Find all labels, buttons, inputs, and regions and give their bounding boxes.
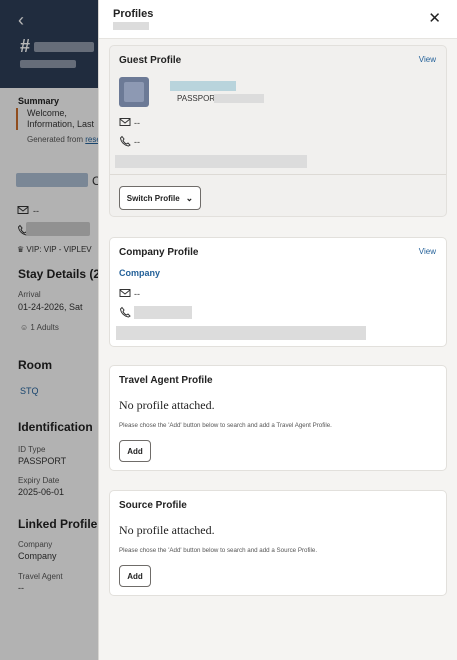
email-icon <box>119 118 131 126</box>
company-profile-title: Company Profile <box>119 247 199 258</box>
company-profile-card: Company Profile View Company -- <box>109 237 447 347</box>
guest-profile-card: Guest Profile View PASSPORT -- -- Switch… <box>109 45 447 217</box>
add-label: Add <box>127 446 143 456</box>
travel-agent-profile-card: Travel Agent Profile No profile attached… <box>109 365 447 471</box>
no-profile-message: No profile attached. <box>119 523 215 537</box>
redacted-address <box>115 155 307 168</box>
travel-agent-profile-title: Travel Agent Profile <box>119 375 213 386</box>
redacted-guest-name <box>170 81 236 91</box>
source-profile-title: Source Profile <box>119 500 187 511</box>
guest-view-link[interactable]: View <box>419 55 436 64</box>
background-page: ‹ # Summary Welcome, Information, Last G… <box>0 0 98 660</box>
modal-overlay[interactable] <box>0 0 98 660</box>
add-source-button[interactable]: Add <box>119 565 151 587</box>
drawer-header: Profiles ✕ <box>99 0 457 39</box>
chevron-down-icon: ⌄ <box>185 192 194 203</box>
guest-profile-title: Guest Profile <box>119 55 182 66</box>
company-name[interactable]: Company <box>119 268 160 278</box>
guest-email: -- <box>134 118 140 128</box>
drawer-title: Profiles <box>113 8 154 20</box>
no-profile-message: No profile attached. <box>119 398 215 412</box>
email-icon <box>119 289 131 297</box>
source-profile-card: Source Profile No profile attached. Plea… <box>109 490 447 596</box>
phone-icon <box>119 135 131 147</box>
company-email: -- <box>134 289 140 299</box>
add-travel-agent-button[interactable]: Add <box>119 440 151 462</box>
switch-profile-label: Switch Profile <box>126 193 180 203</box>
redacted-address <box>116 326 366 340</box>
company-view-link[interactable]: View <box>419 247 436 256</box>
close-icon[interactable]: ✕ <box>428 9 441 27</box>
travel-agent-hint: Please chose the 'Add' button below to s… <box>119 422 332 429</box>
switch-profile-button[interactable]: Switch Profile ⌄ <box>119 186 201 210</box>
redacted-text <box>113 22 149 30</box>
avatar <box>119 77 149 107</box>
phone-icon <box>119 306 131 318</box>
guest-phone: -- <box>134 137 140 147</box>
profiles-drawer: Profiles ✕ Guest Profile View PASSPORT -… <box>98 0 457 660</box>
redacted-document-number <box>214 94 264 103</box>
redacted-phone <box>134 306 192 319</box>
add-label: Add <box>127 571 143 581</box>
source-hint: Please chose the 'Add' button below to s… <box>119 547 318 554</box>
